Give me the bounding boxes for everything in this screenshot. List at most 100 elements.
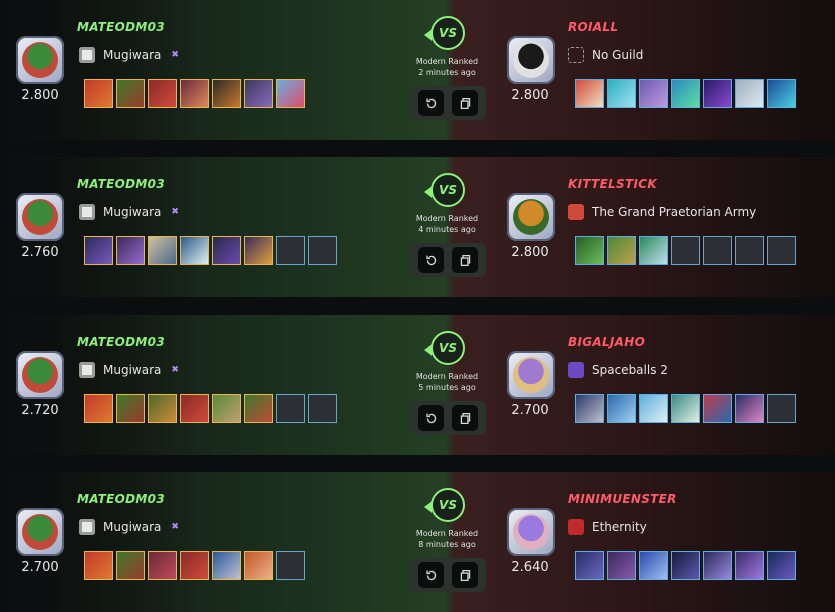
copy-team-button[interactable] xyxy=(452,405,478,431)
copy-team-button[interactable] xyxy=(452,90,478,116)
player-avatar[interactable] xyxy=(16,351,64,399)
card-thumbnail[interactable] xyxy=(735,394,764,423)
card-thumbnail[interactable] xyxy=(244,551,273,580)
card-thumbnail[interactable] xyxy=(244,79,273,108)
guild-icon xyxy=(568,362,584,378)
opponent-name[interactable]: MINIMUENSTER xyxy=(568,492,677,506)
card-thumbnail[interactable] xyxy=(148,551,177,580)
guild-name: Mugiwara xyxy=(103,205,162,219)
card-thumbnail[interactable] xyxy=(84,394,113,423)
player-name[interactable]: MATEODM03 xyxy=(77,492,165,506)
opponent-avatar[interactable] xyxy=(507,193,555,241)
opponent-guild-info[interactable]: The Grand Praetorian Army xyxy=(568,204,756,220)
guild-info[interactable]: Mugiwara ✖ xyxy=(79,204,179,220)
card-thumbnail[interactable] xyxy=(735,79,764,108)
card-thumbnail[interactable] xyxy=(244,394,273,423)
replay-button[interactable] xyxy=(418,405,444,431)
opponent-name[interactable]: KITTELSTICK xyxy=(568,177,657,191)
player-avatar[interactable] xyxy=(16,193,64,241)
opponent-rating: 2.800 xyxy=(511,88,549,103)
card-thumbnail[interactable] xyxy=(607,236,636,265)
opponent-guild-info[interactable]: Ethernity xyxy=(568,519,647,535)
card-thumbnail[interactable] xyxy=(703,551,732,580)
card-thumbnail[interactable] xyxy=(116,551,145,580)
card-thumbnail[interactable] xyxy=(180,79,209,108)
opponent-avatar[interactable] xyxy=(507,508,555,556)
player-avatar[interactable] xyxy=(16,508,64,556)
card-thumbnail[interactable] xyxy=(703,394,732,423)
card-thumbnail[interactable] xyxy=(671,394,700,423)
replay-icon xyxy=(425,98,436,108)
replay-button[interactable] xyxy=(418,247,444,273)
card-thumbnail[interactable] xyxy=(735,551,764,580)
card-thumbnail[interactable] xyxy=(575,394,604,423)
card-thumbnail[interactable] xyxy=(180,394,209,423)
card-thumbnail[interactable] xyxy=(767,551,796,580)
card-thumbnail[interactable] xyxy=(639,79,668,108)
guild-name: Spaceballs 2 xyxy=(592,363,668,377)
vs-button[interactable]: VS xyxy=(424,488,465,522)
card-thumbnail[interactable] xyxy=(148,79,177,108)
card-thumbnail[interactable] xyxy=(607,551,636,580)
card-thumbnail[interactable] xyxy=(84,236,113,265)
player-name[interactable]: MATEODM03 xyxy=(77,177,165,191)
card-thumbnail[interactable] xyxy=(575,79,604,108)
card-thumbnail[interactable] xyxy=(212,236,241,265)
card-thumbnail[interactable] xyxy=(575,236,604,265)
card-thumbnail[interactable] xyxy=(148,236,177,265)
guild-info[interactable]: Mugiwara ✖ xyxy=(79,519,179,535)
card-thumbnail[interactable] xyxy=(180,551,209,580)
card-thumbnail[interactable] xyxy=(180,236,209,265)
card-thumbnail[interactable] xyxy=(639,394,668,423)
card-thumbnail[interactable] xyxy=(84,551,113,580)
guild-name: Ethernity xyxy=(592,520,647,534)
guild-name: The Grand Praetorian Army xyxy=(592,205,757,219)
card-thumbnail[interactable] xyxy=(639,551,668,580)
opponent-team-cards xyxy=(575,236,799,266)
card-thumbnail[interactable] xyxy=(84,79,113,108)
card-thumbnail[interactable] xyxy=(116,236,145,265)
card-thumbnail[interactable] xyxy=(116,79,145,108)
team-cards xyxy=(84,79,308,109)
opponent-name[interactable]: ROIALL xyxy=(568,20,618,34)
vs-button[interactable]: VS xyxy=(424,331,465,365)
card-thumbnail[interactable] xyxy=(703,79,732,108)
avatar-art xyxy=(513,357,549,393)
card-thumbnail[interactable] xyxy=(767,79,796,108)
avatar-art xyxy=(513,514,549,550)
card-thumbnail[interactable] xyxy=(116,394,145,423)
guild-info[interactable]: Mugiwara ✖ xyxy=(79,362,179,378)
opponent-name[interactable]: BIGALJAHO xyxy=(568,335,645,349)
card-thumbnail[interactable] xyxy=(671,79,700,108)
player-name[interactable]: MATEODM03 xyxy=(77,20,165,34)
replay-button[interactable] xyxy=(418,562,444,588)
card-thumbnail[interactable] xyxy=(639,236,668,265)
card-slot-empty xyxy=(308,236,337,265)
card-thumbnail[interactable] xyxy=(671,551,700,580)
opponent-avatar[interactable] xyxy=(507,36,555,84)
card-thumbnail[interactable] xyxy=(212,551,241,580)
copy-team-button[interactable] xyxy=(452,247,478,273)
guild-icon xyxy=(79,204,95,220)
card-thumbnail[interactable] xyxy=(607,394,636,423)
opponent-guild-info[interactable]: Spaceballs 2 xyxy=(568,362,668,378)
vs-button[interactable]: VS xyxy=(424,16,465,50)
card-slot-empty xyxy=(767,236,796,265)
card-thumbnail[interactable] xyxy=(244,236,273,265)
player-avatar[interactable] xyxy=(16,36,64,84)
card-thumbnail[interactable] xyxy=(575,551,604,580)
guild-info[interactable]: Mugiwara ✖ xyxy=(79,47,179,63)
opponent-avatar[interactable] xyxy=(507,351,555,399)
card-thumbnail[interactable] xyxy=(276,79,305,108)
replay-button[interactable] xyxy=(418,90,444,116)
opponent-guild-info[interactable]: No Guild xyxy=(568,47,643,63)
card-thumbnail[interactable] xyxy=(212,79,241,108)
replay-icon xyxy=(425,413,436,423)
vs-button[interactable]: VS xyxy=(424,173,465,207)
card-thumbnail[interactable] xyxy=(148,394,177,423)
card-thumbnail[interactable] xyxy=(607,79,636,108)
player-name[interactable]: MATEODM03 xyxy=(77,335,165,349)
card-thumbnail[interactable] xyxy=(212,394,241,423)
copy-team-button[interactable] xyxy=(452,562,478,588)
battle-mode: Modern Ranked 5 minutes ago xyxy=(402,371,492,393)
